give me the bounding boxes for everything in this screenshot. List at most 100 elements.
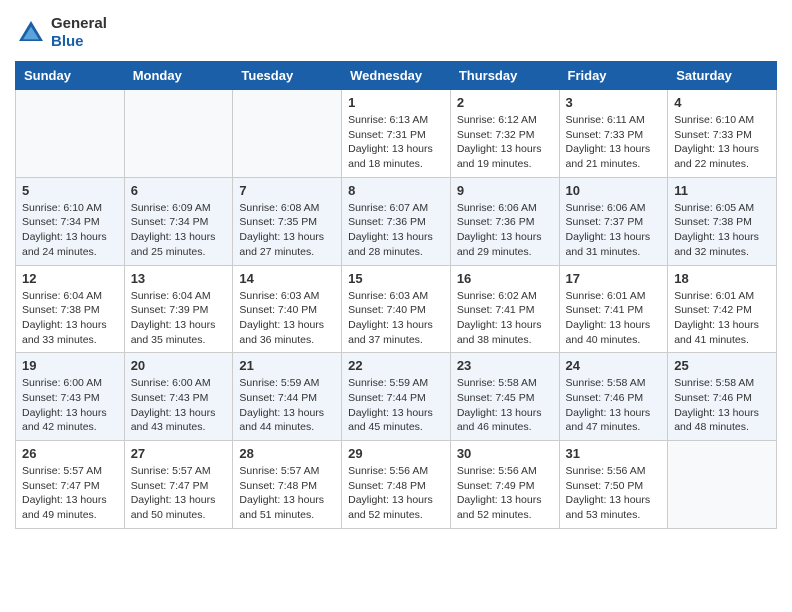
day-info: Sunrise: 6:01 AM Sunset: 7:41 PM Dayligh… xyxy=(566,289,662,348)
day-info: Sunrise: 6:08 AM Sunset: 7:35 PM Dayligh… xyxy=(239,201,335,260)
day-info: Sunrise: 5:59 AM Sunset: 7:44 PM Dayligh… xyxy=(348,376,444,435)
weekday-header-row: SundayMondayTuesdayWednesdayThursdayFrid… xyxy=(16,62,777,90)
day-info: Sunrise: 6:12 AM Sunset: 7:32 PM Dayligh… xyxy=(457,113,553,172)
day-info: Sunrise: 6:10 AM Sunset: 7:34 PM Dayligh… xyxy=(22,201,118,260)
day-info: Sunrise: 6:00 AM Sunset: 7:43 PM Dayligh… xyxy=(131,376,227,435)
day-info: Sunrise: 6:10 AM Sunset: 7:33 PM Dayligh… xyxy=(674,113,770,172)
day-number: 14 xyxy=(239,271,335,286)
calendar-cell xyxy=(124,90,233,178)
calendar-cell: 14 Sunrise: 6:03 AM Sunset: 7:40 PM Dayli… xyxy=(233,265,342,353)
day-number: 18 xyxy=(674,271,770,286)
day-info: Sunrise: 6:02 AM Sunset: 7:41 PM Dayligh… xyxy=(457,289,553,348)
calendar-cell: 26 Sunrise: 5:57 AM Sunset: 7:47 PM Dayli… xyxy=(16,441,125,529)
day-info: Sunrise: 5:58 AM Sunset: 7:45 PM Dayligh… xyxy=(457,376,553,435)
calendar-cell: 27 Sunrise: 5:57 AM Sunset: 7:47 PM Dayli… xyxy=(124,441,233,529)
calendar-cell: 13Sunrise: 6:04 AM Sunset: 7:39 PM Dayli… xyxy=(124,265,233,353)
day-number: 4 xyxy=(674,95,770,110)
weekday-header-saturday: Saturday xyxy=(668,62,777,90)
day-number: 26 xyxy=(22,446,118,461)
day-number: 24 xyxy=(566,358,662,373)
day-info: Sunrise: 6:04 AM Sunset: 7:39 PM Dayligh… xyxy=(131,289,227,348)
logo-blue: Blue xyxy=(51,33,84,50)
calendar-cell: 9Sunrise: 6:06 AM Sunset: 7:36 PM Daylig… xyxy=(450,177,559,265)
day-info: Sunrise: 6:05 AM Sunset: 7:38 PM Dayligh… xyxy=(674,201,770,260)
day-number: 11 xyxy=(674,183,770,198)
calendar-week-1: 1 Sunrise: 6:13 AM Sunset: 7:31 PM Daylig… xyxy=(16,90,777,178)
day-info: Sunrise: 5:57 AM Sunset: 7:48 PM Dayligh… xyxy=(239,464,335,523)
page-header: General Blue xyxy=(15,15,777,51)
calendar-week-2: 5 Sunrise: 6:10 AM Sunset: 7:34 PM Daylig… xyxy=(16,177,777,265)
day-number: 28 xyxy=(239,446,335,461)
weekday-header-thursday: Thursday xyxy=(450,62,559,90)
calendar-week-5: 26 Sunrise: 5:57 AM Sunset: 7:47 PM Dayli… xyxy=(16,441,777,529)
day-info: Sunrise: 5:57 AM Sunset: 7:47 PM Dayligh… xyxy=(22,464,118,523)
day-info: Sunrise: 5:56 AM Sunset: 7:48 PM Dayligh… xyxy=(348,464,444,523)
calendar-cell: 28 Sunrise: 5:57 AM Sunset: 7:48 PM Dayli… xyxy=(233,441,342,529)
day-info: Sunrise: 6:09 AM Sunset: 7:34 PM Dayligh… xyxy=(131,201,227,260)
calendar-cell: 30Sunrise: 5:56 AM Sunset: 7:49 PM Dayli… xyxy=(450,441,559,529)
day-number: 29 xyxy=(348,446,444,461)
day-number: 7 xyxy=(239,183,335,198)
day-number: 9 xyxy=(457,183,553,198)
day-info: Sunrise: 6:01 AM Sunset: 7:42 PM Dayligh… xyxy=(674,289,770,348)
day-info: Sunrise: 6:03 AM Sunset: 7:40 PM Dayligh… xyxy=(348,289,444,348)
day-number: 23 xyxy=(457,358,553,373)
calendar-cell: 11 Sunrise: 6:05 AM Sunset: 7:38 PM Dayli… xyxy=(668,177,777,265)
weekday-header-wednesday: Wednesday xyxy=(342,62,451,90)
weekday-header-monday: Monday xyxy=(124,62,233,90)
day-number: 25 xyxy=(674,358,770,373)
day-info: Sunrise: 6:00 AM Sunset: 7:43 PM Dayligh… xyxy=(22,376,118,435)
day-number: 16 xyxy=(457,271,553,286)
calendar-cell: 31 Sunrise: 5:56 AM Sunset: 7:50 PM Dayli… xyxy=(559,441,668,529)
calendar-cell: 24 Sunrise: 5:58 AM Sunset: 7:46 PM Dayli… xyxy=(559,353,668,441)
calendar-cell: 12 Sunrise: 6:04 AM Sunset: 7:38 PM Dayli… xyxy=(16,265,125,353)
day-number: 8 xyxy=(348,183,444,198)
day-info: Sunrise: 5:58 AM Sunset: 7:46 PM Dayligh… xyxy=(674,376,770,435)
day-info: Sunrise: 6:13 AM Sunset: 7:31 PM Dayligh… xyxy=(348,113,444,172)
day-info: Sunrise: 6:07 AM Sunset: 7:36 PM Dayligh… xyxy=(348,201,444,260)
day-info: Sunrise: 5:59 AM Sunset: 7:44 PM Dayligh… xyxy=(239,376,335,435)
calendar-cell: 1 Sunrise: 6:13 AM Sunset: 7:31 PM Daylig… xyxy=(342,90,451,178)
calendar-week-4: 19 Sunrise: 6:00 AM Sunset: 7:43 PM Dayli… xyxy=(16,353,777,441)
day-number: 15 xyxy=(348,271,444,286)
day-number: 21 xyxy=(239,358,335,373)
calendar-week-3: 12 Sunrise: 6:04 AM Sunset: 7:38 PM Dayli… xyxy=(16,265,777,353)
calendar-cell: 7 Sunrise: 6:08 AM Sunset: 7:35 PM Daylig… xyxy=(233,177,342,265)
day-info: Sunrise: 6:03 AM Sunset: 7:40 PM Dayligh… xyxy=(239,289,335,348)
weekday-header-sunday: Sunday xyxy=(16,62,125,90)
calendar-cell xyxy=(233,90,342,178)
day-info: Sunrise: 5:56 AM Sunset: 7:50 PM Dayligh… xyxy=(566,464,662,523)
calendar-cell: 25 Sunrise: 5:58 AM Sunset: 7:46 PM Dayli… xyxy=(668,353,777,441)
day-number: 31 xyxy=(566,446,662,461)
calendar-cell: 20 Sunrise: 6:00 AM Sunset: 7:43 PM Dayli… xyxy=(124,353,233,441)
day-number: 2 xyxy=(457,95,553,110)
calendar-cell: 19 Sunrise: 6:00 AM Sunset: 7:43 PM Dayli… xyxy=(16,353,125,441)
calendar-cell: 23 Sunrise: 5:58 AM Sunset: 7:45 PM Dayli… xyxy=(450,353,559,441)
logo: General Blue xyxy=(15,15,107,51)
calendar-cell: 8 Sunrise: 6:07 AM Sunset: 7:36 PM Daylig… xyxy=(342,177,451,265)
logo-icon xyxy=(15,17,47,49)
calendar-cell: 16 Sunrise: 6:02 AM Sunset: 7:41 PM Dayli… xyxy=(450,265,559,353)
day-info: Sunrise: 6:04 AM Sunset: 7:38 PM Dayligh… xyxy=(22,289,118,348)
day-info: Sunrise: 6:11 AM Sunset: 7:33 PM Dayligh… xyxy=(566,113,662,172)
day-number: 12 xyxy=(22,271,118,286)
day-info: Sunrise: 6:06 AM Sunset: 7:37 PM Dayligh… xyxy=(566,201,662,260)
day-number: 5 xyxy=(22,183,118,198)
calendar-cell: 10Sunrise: 6:06 AM Sunset: 7:37 PM Dayli… xyxy=(559,177,668,265)
calendar-cell: 5 Sunrise: 6:10 AM Sunset: 7:34 PM Daylig… xyxy=(16,177,125,265)
day-number: 3 xyxy=(566,95,662,110)
day-number: 27 xyxy=(131,446,227,461)
day-info: Sunrise: 5:57 AM Sunset: 7:47 PM Dayligh… xyxy=(131,464,227,523)
calendar-cell xyxy=(668,441,777,529)
day-number: 20 xyxy=(131,358,227,373)
day-number: 1 xyxy=(348,95,444,110)
calendar-cell: 3 Sunrise: 6:11 AM Sunset: 7:33 PM Daylig… xyxy=(559,90,668,178)
calendar-cell: 22Sunrise: 5:59 AM Sunset: 7:44 PM Dayli… xyxy=(342,353,451,441)
logo-general: General xyxy=(51,15,107,32)
calendar-cell: 4 Sunrise: 6:10 AM Sunset: 7:33 PM Daylig… xyxy=(668,90,777,178)
calendar-cell: 17Sunrise: 6:01 AM Sunset: 7:41 PM Dayli… xyxy=(559,265,668,353)
day-number: 19 xyxy=(22,358,118,373)
day-info: Sunrise: 5:58 AM Sunset: 7:46 PM Dayligh… xyxy=(566,376,662,435)
calendar-cell: 2 Sunrise: 6:12 AM Sunset: 7:32 PM Daylig… xyxy=(450,90,559,178)
calendar-cell: 29 Sunrise: 5:56 AM Sunset: 7:48 PM Dayli… xyxy=(342,441,451,529)
